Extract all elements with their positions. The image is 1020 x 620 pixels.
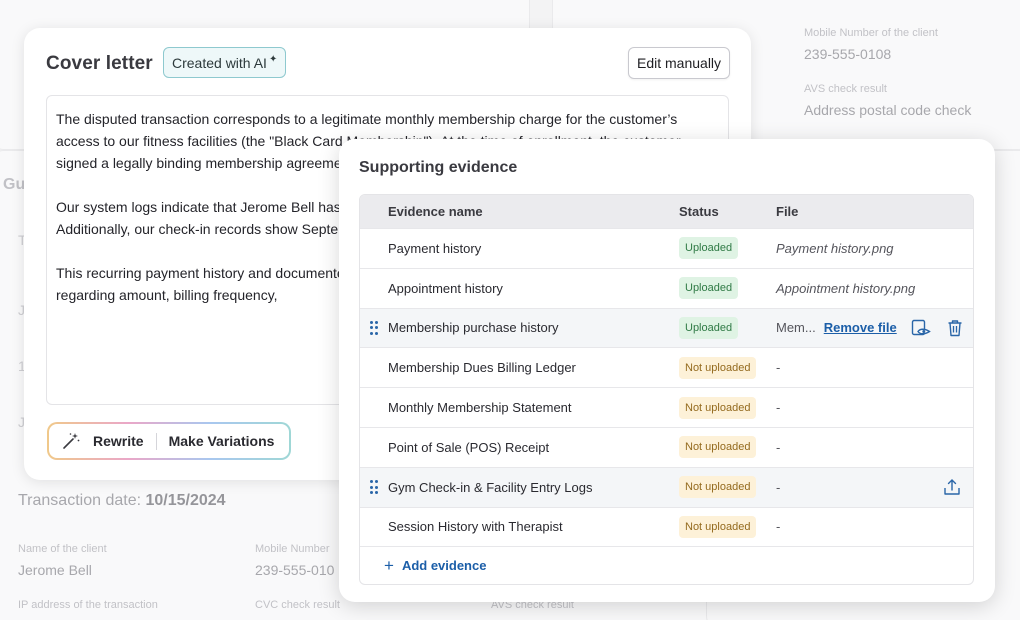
file-name: - [776, 360, 781, 376]
trash-icon[interactable] [947, 319, 963, 337]
status-badge: Not uploaded [679, 356, 757, 379]
status-badge: Uploaded [679, 237, 739, 260]
bg-date-label: Transaction date: [18, 492, 142, 509]
table-row: Appointment history Uploaded Appointment… [360, 267, 973, 308]
file-name[interactable]: Appointment history.png [776, 281, 915, 296]
file-name: - [776, 479, 781, 495]
make-variations-button[interactable]: Make Variations [169, 433, 275, 449]
drag-handle[interactable] [360, 480, 388, 494]
evidence-name: Session History with Therapist [388, 519, 563, 535]
add-evidence-button[interactable]: + Add evidence [360, 546, 973, 584]
file-name: - [776, 519, 781, 535]
supporting-evidence-card: Supporting evidence Evidence name Status… [339, 139, 995, 602]
column-file: File [776, 204, 799, 219]
table-row: Monthly Membership Statement Not uploade… [360, 387, 973, 427]
bg-ip-label: IP address of the transaction [18, 599, 158, 611]
bg-avs-label: AVS check result [804, 83, 887, 95]
bg-mobile-value-2: 239-555-010 [255, 562, 335, 578]
edit-manually-button[interactable]: Edit manually [628, 47, 731, 79]
status-badge: Not uploaded [679, 476, 757, 499]
supporting-evidence-title: Supporting evidence [359, 159, 518, 176]
status-badge: Uploaded [679, 316, 739, 339]
status-badge: Not uploaded [679, 396, 757, 419]
evidence-name: Point of Sale (POS) Receipt [388, 439, 550, 455]
table-row: Membership purchase history Uploaded Mem… [360, 307, 973, 348]
bg-mobile-label: Mobile Number of the client [804, 27, 938, 39]
bg-transaction-date: Transaction date: 10/15/2024 [18, 492, 226, 510]
evidence-table: Evidence name Status File Payment histor… [359, 194, 974, 586]
file-name[interactable]: Mem... [776, 320, 816, 335]
table-row: Membership Dues Billing Ledger Not uploa… [360, 347, 973, 387]
drag-handle-icon [370, 480, 378, 494]
file-name: - [776, 400, 781, 416]
plus-icon: + [384, 555, 394, 575]
status-badge: Uploaded [679, 277, 739, 300]
table-header: Evidence name Status File [360, 195, 973, 228]
ai-badge-label: Created with AI [172, 54, 267, 71]
bg-section-heading: Gu [3, 176, 26, 193]
drag-handle-icon [370, 320, 378, 335]
preview-file-icon[interactable] [911, 319, 931, 337]
sparkle-icon: ✦ [268, 54, 278, 65]
table-row: Session History with Therapist Not uploa… [360, 506, 973, 547]
upload-icon[interactable] [943, 478, 961, 496]
file-name[interactable]: Payment history.png [776, 241, 894, 256]
cover-letter-title: Cover letter [46, 53, 153, 74]
file-name: - [776, 439, 781, 455]
evidence-name: Appointment history [388, 280, 503, 296]
rewrite-button[interactable]: Rewrite [93, 433, 144, 449]
bg-client-label: Name of the client [18, 543, 107, 555]
evidence-name: Membership purchase history [388, 320, 559, 336]
table-row: Point of Sale (POS) Receipt Not uploaded… [360, 426, 973, 467]
bg-client-value: Jerome Bell [18, 562, 92, 578]
toolbar-divider [155, 432, 157, 450]
column-status: Status [679, 204, 719, 219]
table-row: Gym Check-in & Facility Entry Logs Not u… [360, 466, 973, 507]
column-evidence-name: Evidence name [388, 204, 483, 219]
bg-cvc-label: CVC check result [255, 599, 340, 611]
drag-handle[interactable] [360, 320, 388, 335]
table-row: Payment history Uploaded Payment history… [360, 228, 973, 268]
ai-tools-toolbar: Rewrite Make Variations [47, 422, 291, 460]
remove-file-link[interactable]: Remove file [824, 320, 897, 335]
evidence-name: Monthly Membership Statement [388, 400, 572, 416]
evidence-name: Gym Check-in & Facility Entry Logs [388, 479, 593, 495]
magic-wand-icon [63, 433, 80, 449]
status-badge: Not uploaded [679, 436, 757, 459]
add-evidence-label: Add evidence [401, 558, 487, 574]
bg-avs-value: Address postal code check [804, 102, 972, 118]
created-with-ai-badge: Created with AI ✦ [163, 47, 287, 78]
evidence-name: Membership Dues Billing Ledger [388, 360, 576, 376]
bg-date-value: 10/15/2024 [145, 492, 226, 509]
status-badge: Not uploaded [679, 515, 757, 538]
bg-mobile-value: 239-555-0108 [804, 46, 892, 62]
bg-mobile-label-2: Mobile Number [255, 543, 330, 555]
evidence-name: Payment history [388, 240, 482, 256]
